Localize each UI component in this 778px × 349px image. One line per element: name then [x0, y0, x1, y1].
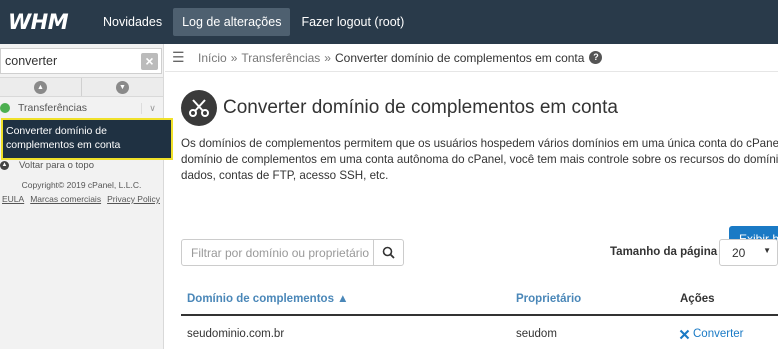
chevron-down-icon: ▼: [116, 80, 129, 94]
sidebar-search-input[interactable]: converter ×: [0, 48, 162, 74]
breadcrumb-section[interactable]: Transferências: [241, 51, 320, 65]
logo-text: WHM: [8, 10, 69, 34]
filter-placeholder: Filtrar por domínio ou proprietário: [191, 246, 370, 260]
column-header-actions: Ações: [680, 293, 715, 305]
copyright: Copyright© 2019 cPanel, L.L.C.: [21, 180, 142, 190]
table-cell-domain: seudominio.com.br: [187, 328, 285, 340]
sidebar-item-convert-addon[interactable]: Converter domínio de complementos em con…: [1, 118, 173, 160]
desc-line: Os domínios de complementos permitem que…: [181, 137, 778, 150]
sidebar: converter × ▲ ▼ Transferências ∨ Convert…: [0, 44, 173, 349]
transfers-icon: [0, 103, 10, 113]
breadcrumb-sep: »: [324, 50, 331, 65]
arrow-up-icon: ▲: [0, 160, 9, 170]
convert-link[interactable]: Converter: [679, 328, 744, 340]
nav-logout[interactable]: Fazer logout (root): [292, 8, 413, 36]
desc-line: domínio de complementos em uma conta aut…: [181, 153, 778, 166]
category-label: Transferências: [18, 102, 88, 114]
search-button[interactable]: [373, 239, 404, 266]
page-size-select[interactable]: 20 ▼: [719, 239, 778, 266]
page-size-label: Tamanho da página: [610, 246, 718, 258]
chevron-down-icon: ∨: [141, 102, 163, 114]
search-value: converter: [5, 54, 58, 68]
wrench-icon: [679, 329, 690, 339]
menu-toggle-icon[interactable]: ☰: [172, 49, 190, 66]
breadcrumb-current: Converter domínio de complementos em con…: [334, 50, 585, 65]
scissors-icon: [181, 90, 217, 126]
nav-changelog[interactable]: Log de alterações: [173, 8, 291, 36]
page-size-value: 20: [732, 246, 746, 260]
eula-link[interactable]: EULA: [2, 194, 24, 204]
page-title: Converter domínio de complementos em con…: [223, 97, 618, 118]
collapse-all-button[interactable]: ▼: [81, 78, 163, 96]
sidebar-category-transfers[interactable]: Transferências ∨: [0, 99, 163, 117]
column-header-owner[interactable]: Proprietário: [516, 293, 581, 305]
chevron-up-icon: ▲: [34, 80, 47, 94]
breadcrumb-sep: »: [230, 50, 238, 65]
search-icon: [382, 246, 395, 259]
whm-logo[interactable]: WHM: [0, 0, 94, 44]
privacy-link[interactable]: Privacy Policy: [107, 194, 160, 204]
clear-icon[interactable]: ×: [141, 53, 158, 70]
expand-all-button[interactable]: ▲: [0, 78, 81, 96]
breadcrumb: ☰ Início » Transferências » Converter do…: [165, 44, 778, 72]
convert-label: Converter: [693, 328, 744, 340]
help-icon[interactable]: ?: [589, 51, 603, 64]
page-description: Os domínios de complementos permitem que…: [181, 136, 778, 184]
footer-links: EULA Marcas comerciais Privacy Policy: [2, 194, 164, 204]
top-navbar: WHM Novidades Log de alterações Fazer lo…: [0, 0, 778, 44]
column-header-domain[interactable]: Domínio de complementos ▲: [187, 293, 349, 305]
trademarks-link[interactable]: Marcas comerciais: [30, 194, 101, 204]
nav-novidades[interactable]: Novidades: [94, 8, 171, 36]
back-to-top-label: Voltar para o topo: [19, 159, 94, 171]
desc-line: dados, contas de FTP, acesso SSH, etc.: [181, 169, 389, 182]
filter-input[interactable]: Filtrar por domínio ou proprietário: [181, 239, 374, 266]
table-header-divider: [181, 314, 778, 316]
collapse-controls: ▲ ▼: [0, 77, 163, 97]
table-cell-owner: seudom: [516, 328, 557, 340]
caret-down-icon: ▼: [763, 246, 771, 255]
breadcrumb-home[interactable]: Início: [198, 51, 227, 65]
back-to-top-link[interactable]: ▲ Voltar para o topo: [0, 158, 163, 172]
